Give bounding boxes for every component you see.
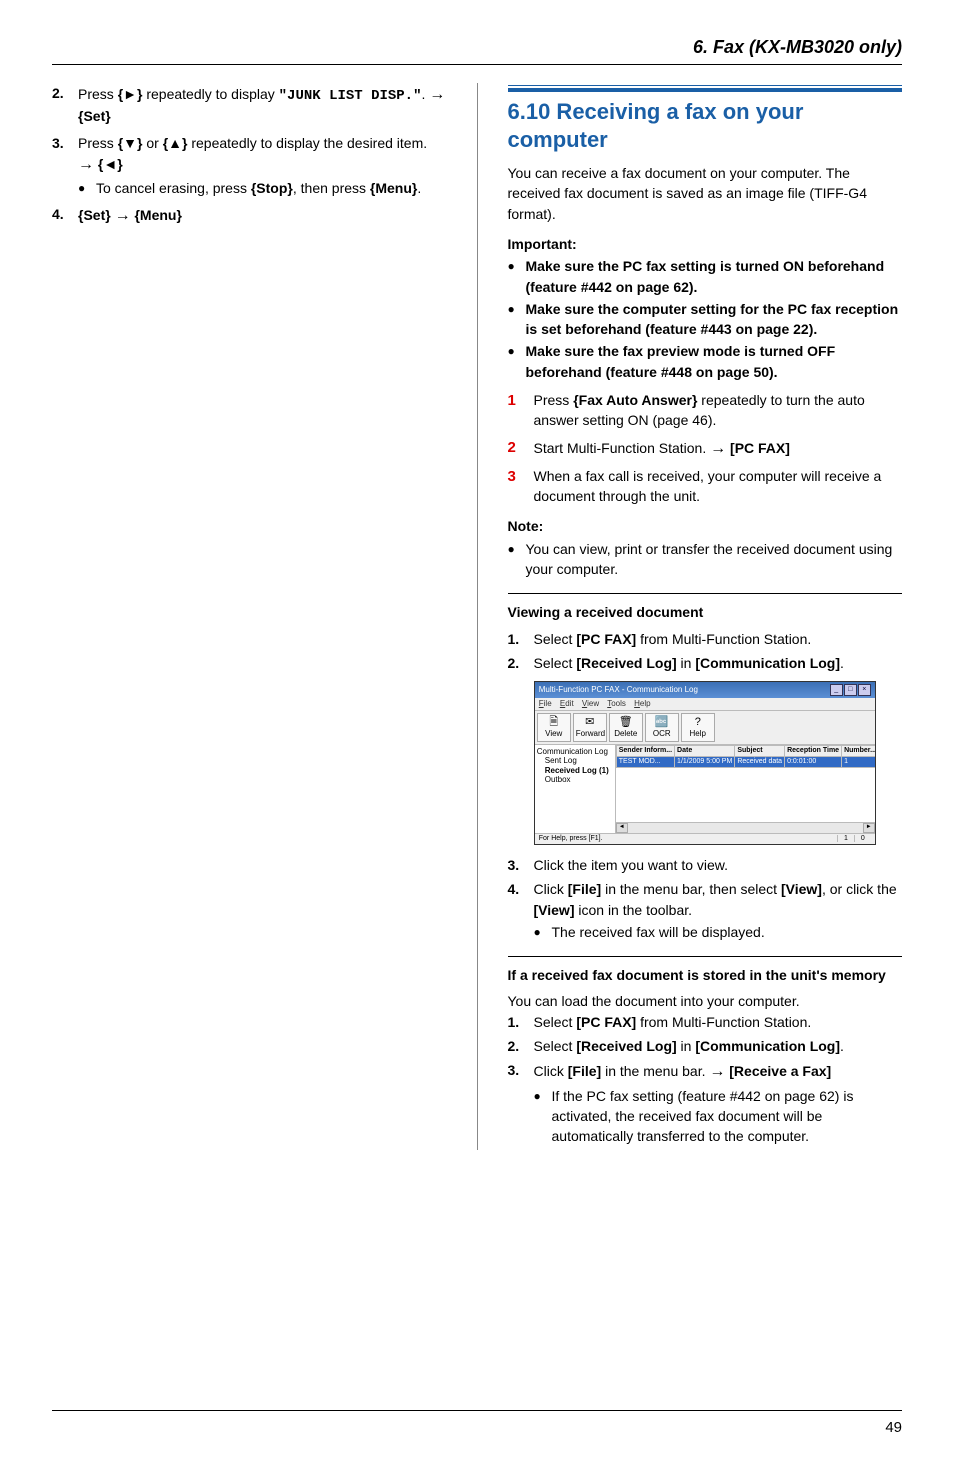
- tree-sent[interactable]: Sent Log: [537, 756, 613, 766]
- chapter-title: 6. Fax (KX-MB3020 only): [52, 34, 902, 60]
- viewing-step-4: 4. Click [File] in the menu bar, then se…: [508, 879, 903, 942]
- toolbar-ocr[interactable]: 🔤OCR: [645, 713, 679, 742]
- forward-icon: ✉: [576, 716, 604, 729]
- scroll-right-icon[interactable]: ►: [863, 823, 875, 832]
- page-number: 49: [52, 1417, 902, 1439]
- toolbar-view[interactable]: 🗎View: [537, 713, 571, 742]
- menu-help[interactable]: Help: [634, 699, 650, 708]
- important-bullet-3: ●Make sure the fax preview mode is turne…: [508, 341, 903, 382]
- col-sender[interactable]: Sender Inform...: [616, 745, 674, 756]
- note-bullet: ●You can view, print or transfer the rec…: [508, 539, 903, 580]
- col-subject[interactable]: Subject: [735, 745, 785, 756]
- status-help-text: For Help, press [F1].: [539, 835, 603, 843]
- minimize-icon[interactable]: _: [830, 684, 843, 696]
- col-reception[interactable]: Reception Time: [785, 745, 842, 756]
- toolbar-forward[interactable]: ✉Forward: [573, 713, 607, 742]
- stored-title: If a received fax document is stored in …: [508, 965, 903, 985]
- left-column: 2. Press {►} repeatedly to display "JUNK…: [52, 83, 457, 1150]
- important-label: Important:: [508, 234, 903, 254]
- right-step-2: 2 Start Multi-Function Station. → [PC FA…: [508, 437, 903, 460]
- stored-step-3: 3. Click [File] in the menu bar. → [Rece…: [508, 1060, 903, 1146]
- note-label: Note:: [508, 516, 903, 536]
- col-number[interactable]: Number...: [842, 745, 875, 756]
- section-intro: You can receive a fax document on your c…: [508, 163, 903, 224]
- header-rule: [52, 64, 902, 65]
- maximize-icon[interactable]: □: [844, 684, 857, 696]
- app-table: Sender Inform... Date Subject Reception …: [616, 745, 875, 833]
- view-icon: 🗎: [540, 716, 568, 729]
- menu-tools[interactable]: Tools: [607, 699, 626, 708]
- app-statusbar: For Help, press [F1]. 10: [535, 833, 875, 844]
- horizontal-scrollbar[interactable]: ◄ ►: [616, 822, 875, 832]
- tree-outbox[interactable]: Outbox: [537, 775, 613, 785]
- delete-icon: 🗑: [612, 716, 640, 729]
- col-date[interactable]: Date: [675, 745, 735, 756]
- close-icon[interactable]: ×: [858, 684, 871, 696]
- menu-view[interactable]: View: [582, 699, 599, 708]
- tree-root[interactable]: Communication Log: [537, 747, 613, 757]
- app-titlebar: Multi-Function PC FAX - Communication Lo…: [535, 682, 875, 698]
- left-step-2: 2. Press {►} repeatedly to display "JUNK…: [52, 83, 447, 127]
- app-menubar[interactable]: File Edit View Tools Help: [535, 698, 875, 711]
- viewing-divider: [508, 593, 903, 594]
- right-column: 6.10 Receiving a fax on your computer Yo…: [498, 83, 903, 1150]
- table-row[interactable]: TEST MOD... 1/1/2009 5:00 PM Received da…: [616, 756, 875, 767]
- window-buttons[interactable]: _□×: [829, 684, 871, 696]
- stored-intro: You can load the document into your comp…: [508, 991, 903, 1011]
- ocr-icon: 🔤: [648, 716, 676, 729]
- app-title-text: Multi-Function PC FAX - Communication Lo…: [539, 685, 698, 695]
- stored-step-1: 1.Select [PC FAX] from Multi-Function St…: [508, 1012, 903, 1032]
- section-title: 6.10 Receiving a fax on your computer: [508, 98, 903, 153]
- viewing-step-3: 3.Click the item you want to view.: [508, 855, 903, 875]
- viewing-step-2: 2.Select [Received Log] in [Communicatio…: [508, 653, 903, 673]
- section-rule: [508, 85, 903, 92]
- table-header-row: Sender Inform... Date Subject Reception …: [616, 745, 875, 756]
- important-bullet-2: ●Make sure the computer setting for the …: [508, 299, 903, 340]
- tree-received[interactable]: Received Log (1): [537, 766, 613, 776]
- scroll-left-icon[interactable]: ◄: [616, 823, 628, 832]
- app-tree[interactable]: Communication Log Sent Log Received Log …: [535, 745, 616, 833]
- right-step-1: 1 Press {Fax Auto Answer} repeatedly to …: [508, 390, 903, 431]
- column-divider: [477, 83, 478, 1150]
- stored-divider: [508, 956, 903, 957]
- right-step-3: 3 When a fax call is received, your comp…: [508, 466, 903, 507]
- help-icon: ?: [684, 716, 712, 729]
- stored-step-2: 2.Select [Received Log] in [Communicatio…: [508, 1036, 903, 1056]
- footer-rule: [52, 1410, 902, 1411]
- left-step-4: 4. {Set} → {Menu}: [52, 204, 447, 227]
- menu-file[interactable]: File: [539, 699, 552, 708]
- menu-edit[interactable]: Edit: [560, 699, 574, 708]
- viewing-step-1: 1.Select [PC FAX] from Multi-Function St…: [508, 629, 903, 649]
- toolbar-help[interactable]: ?Help: [681, 713, 715, 742]
- viewing-title: Viewing a received document: [508, 602, 903, 622]
- toolbar-delete[interactable]: 🗑Delete: [609, 713, 643, 742]
- important-bullet-1: ●Make sure the PC fax setting is turned …: [508, 256, 903, 297]
- left-step-3: 3. Press {▼} or {▲} repeatedly to displa…: [52, 133, 447, 199]
- app-toolbar: 🗎View ✉Forward 🗑Delete 🔤OCR ?Help: [535, 711, 875, 745]
- app-window: Multi-Function PC FAX - Communication Lo…: [534, 681, 876, 845]
